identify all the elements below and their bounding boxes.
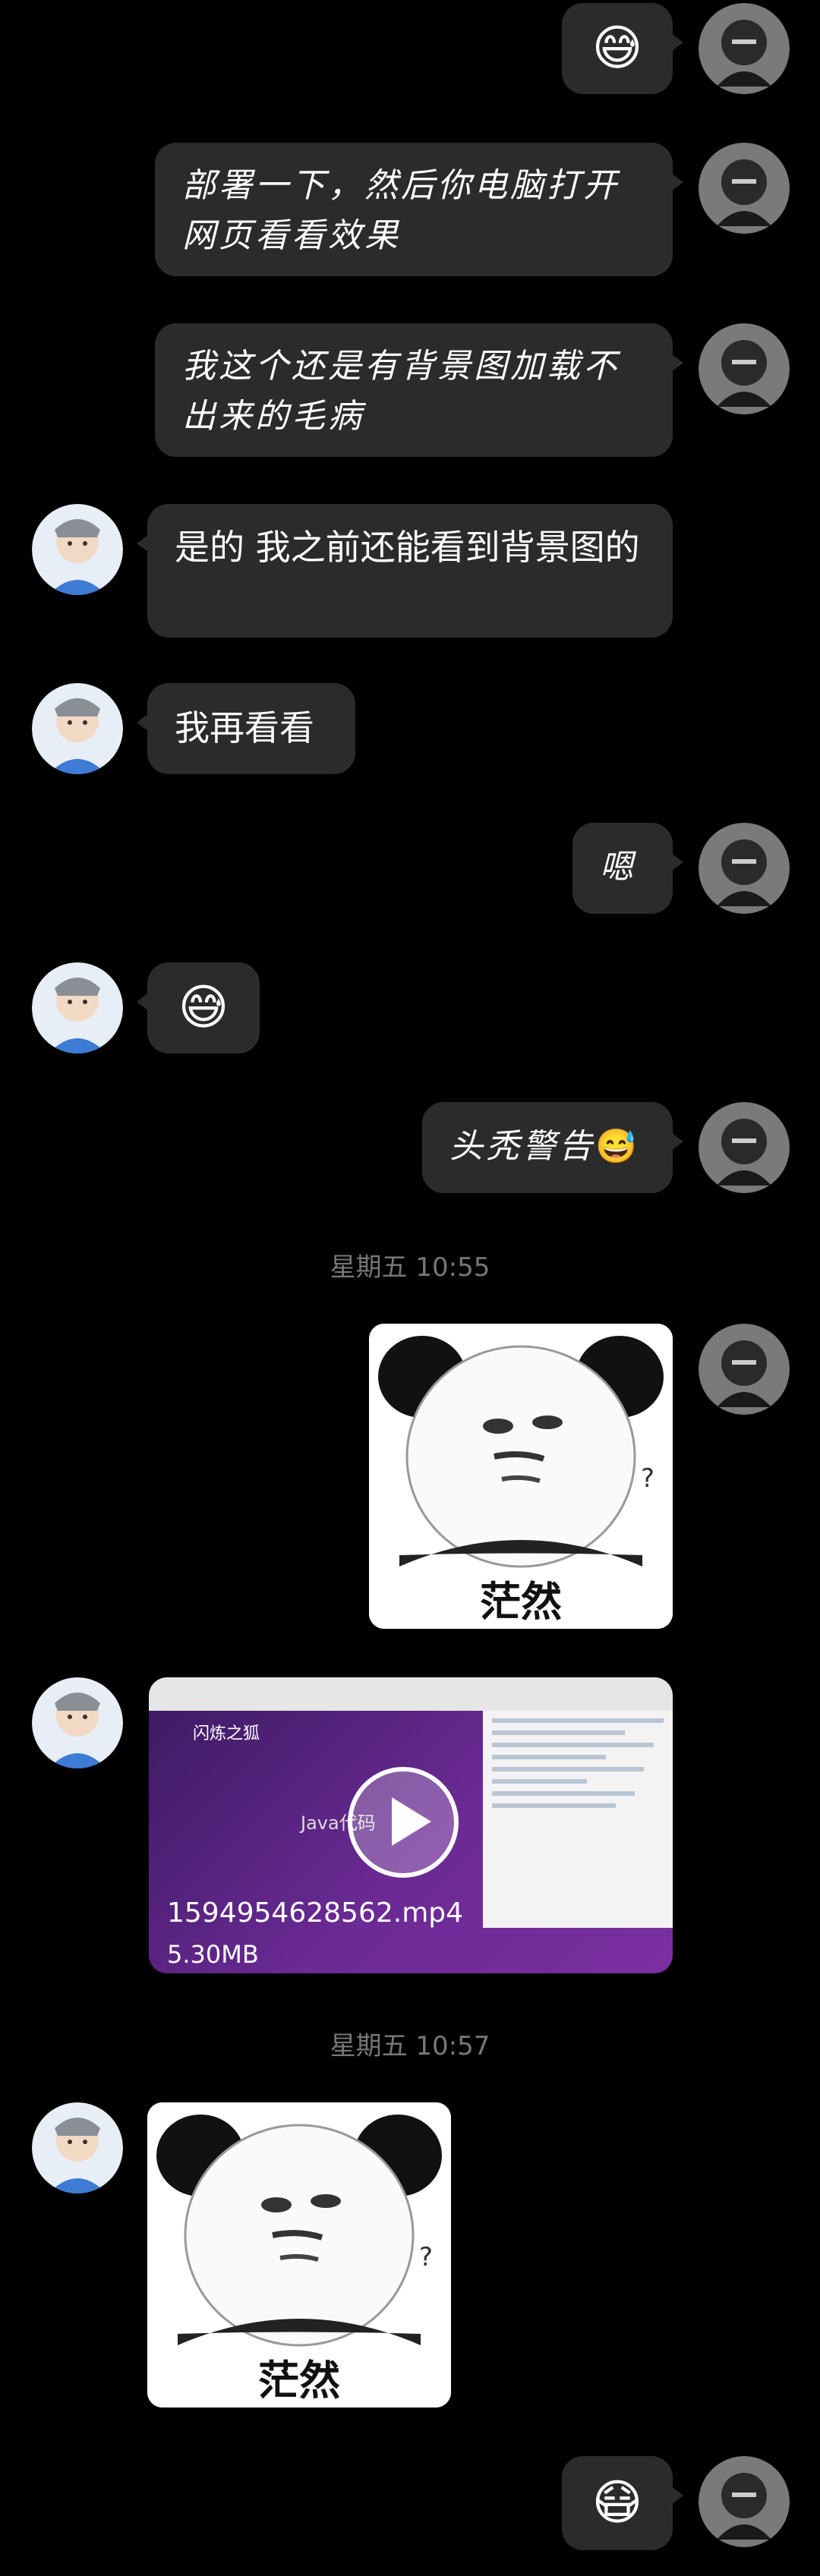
avatar-contact[interactable]: [32, 504, 123, 595]
message-bubble[interactable]: 我这个还是有背景图加载不出来的毛病: [155, 323, 683, 457]
message-text: 我这个还是有背景图加载不出来的毛病: [182, 347, 620, 436]
video-filename: 1594954628562.mp4: [167, 1897, 464, 1929]
message-text: 我再看看: [175, 707, 314, 748]
sticker-caption: 茫然: [480, 1578, 562, 1626]
avatar-self[interactable]: [699, 1324, 790, 1415]
avatar-contact[interactable]: [32, 2102, 123, 2193]
svg-text:?: ?: [641, 1463, 654, 1494]
timestamp: 星期五 10:55: [330, 1252, 490, 1283]
avatar-contact[interactable]: [32, 962, 123, 1053]
avatar-self[interactable]: [699, 823, 790, 914]
message-text: 是的 我之前还能看到背景图的: [175, 527, 640, 568]
message-bubble[interactable]: 😅: [137, 962, 260, 1053]
avatar-self[interactable]: [699, 2456, 790, 2547]
message-text: 头秃警告: [449, 1127, 595, 1166]
avatar-self[interactable]: [699, 3, 790, 94]
svg-text:?: ?: [419, 2242, 433, 2272]
video-preview-logo: 闪炼之狐: [193, 1724, 260, 1743]
avatar-contact[interactable]: [32, 1677, 123, 1768]
message-bubble[interactable]: 嗯: [572, 823, 683, 914]
avatar-self[interactable]: [699, 323, 790, 414]
sticker-caption: 茫然: [258, 2357, 340, 2404]
message-bubble[interactable]: 😷: [562, 2456, 683, 2550]
mask-face-emoji: 😷: [591, 2475, 643, 2531]
video-message[interactable]: 闪炼之狐 Java代码 1594954628562.mp4 5.30MB: [149, 1677, 673, 1973]
timestamp: 星期五 10:57: [330, 2031, 490, 2061]
sticker-image[interactable]: ? 茫然: [369, 1324, 673, 1629]
avatar-self[interactable]: [699, 143, 790, 234]
laugh-sweat-emoji: 😅: [595, 1127, 640, 1166]
avatar-contact[interactable]: [32, 683, 123, 774]
message-bubble[interactable]: 头秃警告😅: [422, 1102, 683, 1193]
message-bubble[interactable]: 😅: [562, 3, 683, 94]
play-icon[interactable]: [348, 1767, 459, 1878]
video-preview-browserbar: [149, 1677, 673, 1711]
message-text: 嗯: [600, 848, 636, 886]
avatar-self[interactable]: [699, 1102, 790, 1193]
video-filesize: 5.30MB: [167, 1940, 259, 1969]
laugh-sweat-emoji: 😅: [178, 980, 229, 1036]
message-bubble[interactable]: 部署一下，然后你电脑打开网页看看效果: [155, 143, 683, 276]
message-bubble[interactable]: 是的 我之前还能看到背景图的: [137, 504, 673, 638]
video-preview-devtools: [483, 1711, 673, 1928]
sticker-image[interactable]: ? 茫然: [147, 2102, 451, 2408]
message-bubble[interactable]: 我再看看: [137, 683, 355, 774]
message-text: 部署一下，然后你电脑打开网页看看效果: [182, 166, 620, 255]
laugh-sweat-emoji: 😅: [591, 20, 643, 77]
